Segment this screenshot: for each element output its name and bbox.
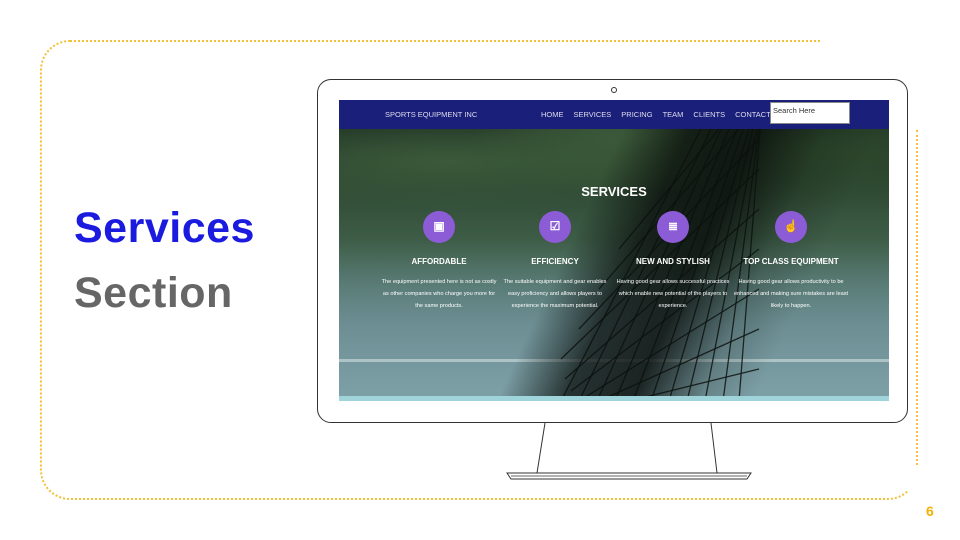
service-title: AFFORDABLE xyxy=(411,257,467,266)
thumbs-up-icon: ☝ xyxy=(775,211,807,243)
money-icon: ▣ xyxy=(423,211,455,243)
nav-pricing[interactable]: PRICING xyxy=(621,110,652,119)
database-icon: ≣ xyxy=(657,211,689,243)
frame-gap xyxy=(820,30,930,50)
nav-services[interactable]: SERVICES xyxy=(574,110,612,119)
decorative-dotted-line xyxy=(916,130,918,465)
service-title: EFFICIENCY xyxy=(531,257,579,266)
service-top-class-equipment: ☝ TOP CLASS EQUIPMENT Having good gear a… xyxy=(733,211,849,312)
service-description: Having good gear allows successful pract… xyxy=(616,279,730,309)
services-heading: SERVICES xyxy=(581,184,647,199)
camera-icon xyxy=(611,87,617,93)
service-affordable: ▣ AFFORDABLE The equipment presented her… xyxy=(381,211,497,312)
checkbox-icon: ☑ xyxy=(539,211,571,243)
service-efficiency: ☑ EFFICIENCY The suitable equipment and … xyxy=(497,211,613,312)
nav-contact[interactable]: CONTACT xyxy=(735,110,771,119)
service-description: The suitable equipment and gear enables … xyxy=(503,279,607,309)
service-new-and-stylish: ≣ NEW AND STYLISH Having good gear allow… xyxy=(615,211,731,312)
site-navbar: SPORTS EQUIPMENT INC HOME SERVICES PRICI… xyxy=(339,100,889,129)
monitor-mockup: SPORTS EQUIPMENT INC HOME SERVICES PRICI… xyxy=(317,79,908,423)
site-brand[interactable]: SPORTS EQUIPMENT INC xyxy=(385,110,477,119)
slide-title: Services xyxy=(74,204,255,252)
monitor-stand xyxy=(506,422,752,480)
website-screenshot: SPORTS EQUIPMENT INC HOME SERVICES PRICI… xyxy=(339,100,889,401)
nav-home[interactable]: HOME xyxy=(541,110,564,119)
slide-subtitle: Section xyxy=(74,269,233,317)
service-description: The equipment presented here is not as c… xyxy=(381,279,497,309)
service-title: TOP CLASS EQUIPMENT xyxy=(743,257,839,266)
service-description: Having good gear allows productivity to … xyxy=(733,279,849,309)
nav-links: HOME SERVICES PRICING TEAM CLIENTS CONTA… xyxy=(541,110,771,119)
nav-team[interactable]: TEAM xyxy=(663,110,684,119)
service-title: NEW AND STYLISH xyxy=(636,257,710,266)
nav-clients[interactable]: CLIENTS xyxy=(693,110,725,119)
page-number: 6 xyxy=(926,503,934,519)
search-input[interactable]: Search Here xyxy=(770,102,850,124)
